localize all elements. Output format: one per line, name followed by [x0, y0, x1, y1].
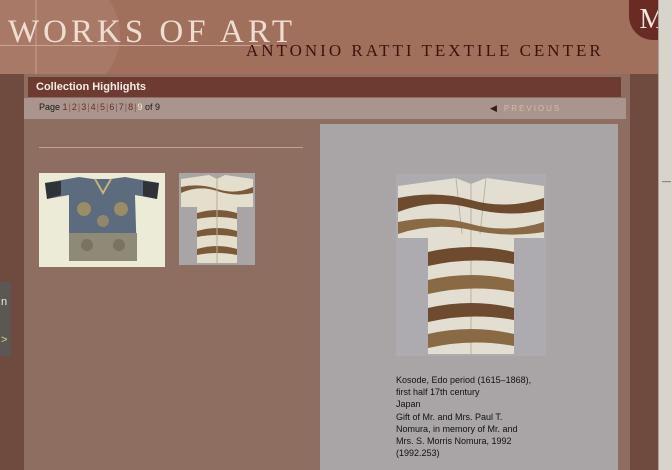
page-link-2[interactable]: 2	[72, 102, 77, 112]
page-link-7[interactable]: 7	[119, 102, 124, 112]
page-link-6[interactable]: 6	[109, 102, 114, 112]
kosode-image-icon	[396, 174, 546, 356]
caption-line: (1992.253)	[396, 448, 440, 459]
featured-caption: Kosode, Edo period (1615–1868), first ha…	[396, 374, 596, 459]
page-link-3[interactable]: 3	[81, 102, 86, 112]
section-title: Collection Highlights	[28, 77, 621, 97]
page-link-8[interactable]: 8	[128, 102, 133, 112]
side-tab-text: n	[1, 296, 8, 308]
page-link-1[interactable]: 1	[63, 102, 68, 112]
divider	[39, 147, 303, 148]
caption-line: Kosode, Edo period (1615–1868),	[396, 375, 532, 385]
featured-image	[396, 174, 546, 356]
kosode-thumbnail[interactable]	[179, 173, 255, 265]
caption-line: Mrs. S. Morris Nomura, 1992	[396, 436, 512, 447]
main-content: Collection Highlights Page 1|2|3|4|5|6|7…	[24, 74, 630, 470]
pager-label: Page	[39, 102, 61, 112]
caption-line: Nomura, in memory of Mr. and	[396, 423, 518, 434]
previous-label: PREVIOUS	[503, 104, 562, 113]
caption-line: Gift of Mr. and Mrs. Paul T.	[396, 411, 503, 422]
pager-total: of 9	[144, 102, 160, 112]
header-rule	[0, 45, 270, 46]
previous-arrow-icon: ◀	[490, 103, 499, 113]
center-title[interactable]: ANTONIO RATTI TEXTILE CENTER	[246, 41, 604, 61]
previous-link[interactable]: ◀ PREVIOUS	[490, 103, 561, 114]
page-link-5[interactable]: 5	[100, 102, 105, 112]
site-header: WORKS OF ART ANTONIO RATTI TEXTILE CENTE…	[0, 0, 672, 74]
vertical-scrollbar[interactable]	[658, 0, 672, 470]
side-tab-arrow-icon: >	[1, 334, 8, 346]
thumbnail-area	[24, 119, 317, 470]
scrollbar-grip-icon: —	[662, 176, 671, 186]
page-link-4[interactable]: 4	[91, 102, 96, 112]
kosode-thumbnail-icon	[179, 173, 255, 265]
right-gutter	[621, 119, 630, 470]
side-nav-tab[interactable]: n >	[0, 282, 11, 356]
page-current: 9	[137, 102, 143, 112]
caption-line: first half 17th century	[396, 387, 480, 398]
dragon-robe-icon	[39, 173, 165, 267]
caption-line: Japan	[396, 399, 421, 410]
pager-strip: Page 1|2|3|4|5|6|7|8|9 of 9 ◀ PREVIOUS	[24, 98, 626, 119]
pager: Page 1|2|3|4|5|6|7|8|9 of 9	[39, 102, 160, 112]
dragon-robe-thumbnail[interactable]	[39, 173, 165, 267]
featured-panel: Kosode, Edo period (1615–1868), first ha…	[320, 124, 618, 470]
